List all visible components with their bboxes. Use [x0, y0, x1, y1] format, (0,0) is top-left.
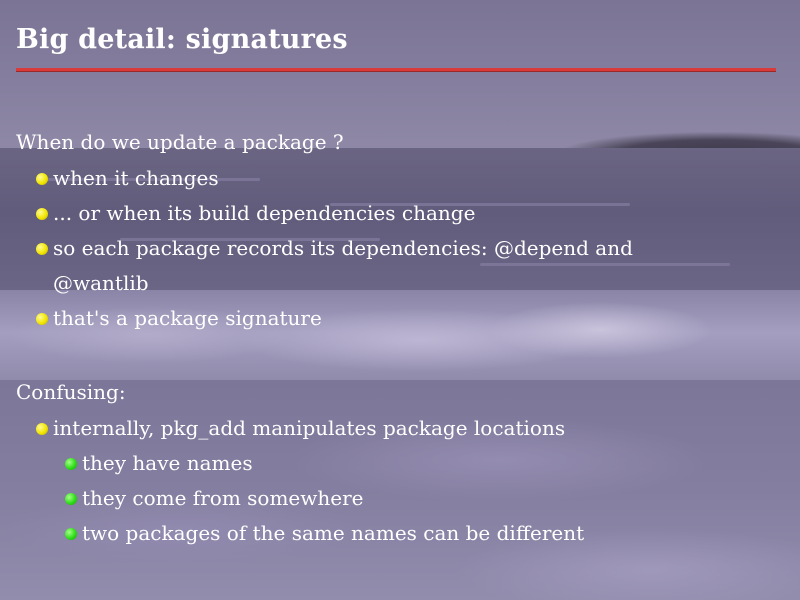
green-dot-icon	[65, 458, 77, 470]
section-heading-confusing: Confusing:	[16, 380, 126, 404]
list-item-continuation: @wantlib	[36, 266, 633, 301]
list-item: internally, pkg_add manipulates package …	[36, 411, 565, 446]
list-item: so each package records its dependencies…	[36, 231, 633, 266]
yellow-dot-icon	[36, 423, 48, 435]
list-item-text: that's a package signature	[53, 306, 322, 330]
yellow-dot-icon	[36, 173, 48, 185]
title-underline	[16, 68, 776, 71]
sub-list-item: they come from somewhere	[65, 481, 584, 516]
list-item-text: internally, pkg_add manipulates package …	[53, 416, 566, 440]
sub-list-item: two packages of the same names can be di…	[65, 516, 584, 551]
yellow-dot-icon	[36, 313, 48, 325]
sub-list-item-text: they come from somewhere	[82, 486, 364, 510]
list-item-text: so each package records its dependencies…	[53, 236, 633, 260]
list-item: when it changes	[36, 161, 633, 196]
slide: Big detail: signatures When do we update…	[0, 0, 800, 600]
list-item: ... or when its build dependencies chang…	[36, 196, 633, 231]
list-item-text: when it changes	[53, 166, 219, 190]
yellow-dot-icon	[36, 243, 48, 255]
update-bullet-list: when it changes ... or when its build de…	[36, 161, 633, 336]
list-item-text: @wantlib	[53, 271, 149, 295]
sub-list-item: they have names	[65, 446, 584, 481]
sub-list-item-text: two packages of the same names can be di…	[82, 521, 585, 545]
yellow-dot-icon	[36, 208, 48, 220]
confusing-sub-list: they have names they come from somewhere…	[65, 446, 584, 551]
list-item: that's a package signature	[36, 301, 633, 336]
slide-title: Big detail: signatures	[16, 24, 348, 55]
sub-list-item-text: they have names	[82, 451, 253, 475]
green-dot-icon	[65, 493, 77, 505]
green-dot-icon	[65, 528, 77, 540]
section-heading-update: When do we update a package ?	[16, 130, 344, 154]
list-item-text: ... or when its build dependencies chang…	[53, 201, 476, 225]
confusing-bullet-list: internally, pkg_add manipulates package …	[36, 411, 565, 446]
